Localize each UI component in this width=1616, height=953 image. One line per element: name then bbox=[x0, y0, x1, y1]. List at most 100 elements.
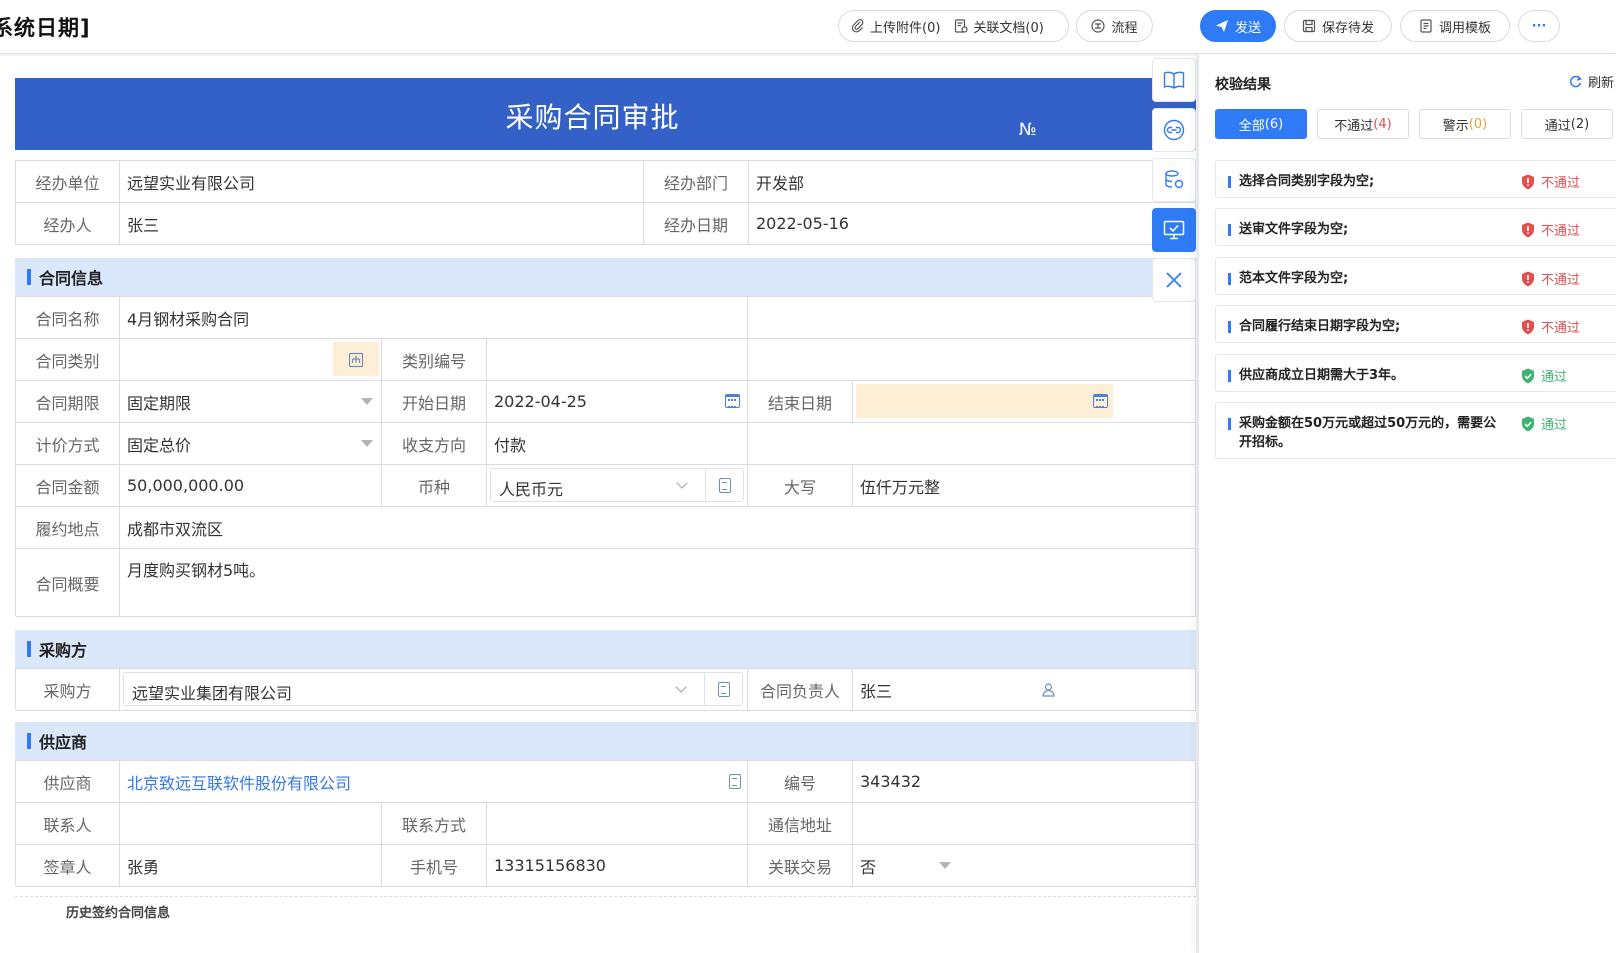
amount-value[interactable]: 50,000,000.00 bbox=[120, 465, 382, 507]
end-date-cell bbox=[853, 381, 1196, 423]
rail-settings-button[interactable] bbox=[1152, 158, 1196, 202]
rail-link-button[interactable] bbox=[1152, 108, 1196, 152]
code-value: 343432 bbox=[853, 761, 1196, 803]
purchaser-section: 采购方 bbox=[15, 630, 1196, 668]
validation-message: 供应商成立日期需大于3年。 bbox=[1239, 368, 1405, 383]
shield-alert-icon bbox=[1522, 319, 1534, 334]
direction-filler bbox=[748, 423, 1196, 465]
related-docs-label: 关联文档(0) bbox=[973, 20, 1044, 36]
validation-message: 送审文件字段为空; bbox=[1239, 222, 1349, 237]
term-value: 固定期限 bbox=[127, 393, 192, 413]
person-icon[interactable] bbox=[1041, 682, 1056, 697]
filter-pass-label: 通过 bbox=[1544, 118, 1571, 134]
purchaser-cell: 远望实业集团有限公司 bbox=[120, 669, 748, 711]
flow-button[interactable]: 流程 bbox=[1076, 10, 1153, 42]
signer-label: 签章人 bbox=[16, 845, 120, 887]
type-code-label: 类别编号 bbox=[382, 339, 487, 381]
divider bbox=[704, 673, 705, 705]
supplier-link[interactable]: 北京致远互联软件股份有限公司 bbox=[127, 770, 351, 794]
contract-name-value[interactable]: 4月钢材采购合同 bbox=[120, 297, 748, 339]
supplier-field[interactable]: 北京致远互联软件股份有限公司 bbox=[120, 761, 748, 803]
list-icon[interactable] bbox=[719, 478, 731, 493]
rail-close-button[interactable] bbox=[1152, 258, 1196, 302]
owner-field[interactable]: 张三 bbox=[853, 669, 1196, 711]
contact-value[interactable] bbox=[120, 803, 382, 845]
validation-item[interactable]: 供应商成立日期需大于3年。 通过 bbox=[1215, 354, 1616, 392]
more-icon: ··· bbox=[1531, 18, 1547, 34]
form-title: 采购合同审批 bbox=[505, 101, 680, 134]
validation-item[interactable]: 采购金额在50万元或超过50万元的，需要公开招标。 通过 bbox=[1215, 402, 1616, 459]
phone-value[interactable]: 13315156830 bbox=[487, 845, 748, 887]
list-icon[interactable] bbox=[718, 682, 730, 697]
signer-value[interactable]: 张勇 bbox=[120, 845, 382, 887]
filter-pass-count: (2) bbox=[1570, 116, 1590, 132]
currency-select[interactable]: 人民币元 bbox=[490, 468, 744, 502]
status-badge: 通过 bbox=[1521, 366, 1567, 385]
location-label: 履约地点 bbox=[16, 507, 120, 549]
end-date-field[interactable] bbox=[856, 384, 1113, 418]
validation-item[interactable]: 合同履行结束日期字段为空; 不通过 bbox=[1215, 305, 1616, 343]
more-button[interactable]: ··· bbox=[1518, 10, 1560, 42]
validation-item[interactable]: 送审文件字段为空; 不通过 bbox=[1215, 208, 1616, 246]
rail-book-button[interactable] bbox=[1152, 58, 1196, 102]
filter-pass[interactable]: 通过 (2) bbox=[1521, 109, 1613, 139]
currency-value: 人民币元 bbox=[499, 480, 564, 499]
flow-label: 流程 bbox=[1111, 20, 1138, 36]
item-marker bbox=[1228, 176, 1231, 188]
status-badge: 不通过 bbox=[1521, 172, 1580, 191]
uppercase-value: 伍仟万元整 bbox=[853, 465, 1196, 507]
attachment-group: 上传附件(0) 关联文档(0) bbox=[838, 10, 1069, 42]
contract-info-title: 合同信息 bbox=[39, 269, 104, 288]
save-icon bbox=[1302, 19, 1316, 33]
handler-unit-value: 远望实业有限公司 bbox=[120, 161, 644, 203]
calendar-icon[interactable] bbox=[725, 394, 740, 408]
list-icon[interactable] bbox=[729, 774, 741, 789]
send-button[interactable]: 发送 bbox=[1200, 10, 1276, 42]
rail-validation-button[interactable] bbox=[1152, 208, 1196, 252]
supplier-table: 供应商 北京致远互联软件股份有限公司 编号 343432 联系人 联系方式 通信… bbox=[15, 760, 1196, 887]
contract-type-picker[interactable] bbox=[333, 342, 379, 376]
handle-date-value: 2022-05-16 bbox=[749, 203, 1196, 245]
purchaser-select[interactable]: 远望实业集团有限公司 bbox=[123, 672, 743, 706]
term-select[interactable]: 固定期限 bbox=[120, 381, 382, 423]
filter-warning-label: 警示 bbox=[1442, 118, 1469, 134]
summary-value[interactable]: 月度购买钢材5吨。 bbox=[120, 549, 1196, 617]
contact-method-value[interactable] bbox=[487, 803, 748, 845]
caret-down-icon bbox=[361, 440, 373, 447]
type-code-value[interactable] bbox=[487, 339, 748, 381]
divider bbox=[705, 469, 706, 501]
calendar-icon[interactable] bbox=[1093, 394, 1108, 408]
validation-item[interactable]: 范本文件字段为空; 不通过 bbox=[1215, 257, 1616, 295]
status-badge: 通过 bbox=[1521, 414, 1567, 433]
filter-warning[interactable]: 警示 (0) bbox=[1419, 109, 1511, 139]
handler-dept-label: 经办部门 bbox=[644, 161, 749, 203]
refresh-button[interactable]: 刷新 bbox=[1569, 72, 1614, 91]
related-trade-select[interactable]: 否 bbox=[853, 845, 1196, 887]
validation-item[interactable]: 选择合同类别字段为空; 不通过 bbox=[1215, 160, 1616, 198]
contract-info-section: 合同信息 bbox=[15, 258, 1196, 296]
save-draft-button[interactable]: 保存待发 bbox=[1284, 10, 1392, 42]
filter-all-count: (6) bbox=[1264, 116, 1284, 132]
address-value[interactable] bbox=[853, 803, 1196, 845]
section-marker bbox=[27, 733, 31, 749]
currency-label: 币种 bbox=[382, 465, 487, 507]
filter-fail-count: (4) bbox=[1373, 116, 1392, 132]
location-value[interactable]: 成都市双流区 bbox=[120, 507, 1196, 549]
data-settings-icon bbox=[1165, 170, 1184, 189]
handler-table: 经办单位 远望实业有限公司 经办部门 开发部 经办人 张三 经办日期 2022-… bbox=[15, 160, 1196, 245]
related-docs-button[interactable]: 关联文档(0) bbox=[954, 17, 1044, 36]
filter-fail[interactable]: 不通过 (4) bbox=[1317, 109, 1409, 139]
pricing-select[interactable]: 固定总价 bbox=[120, 423, 382, 465]
start-date-label: 开始日期 bbox=[382, 381, 487, 423]
link-icon bbox=[1163, 119, 1185, 141]
contract-type-field[interactable] bbox=[120, 339, 382, 381]
start-date-field[interactable]: 2022-04-25 bbox=[487, 381, 748, 423]
send-icon bbox=[1215, 20, 1228, 32]
upload-attachment-button[interactable]: 上传附件(0) bbox=[851, 17, 940, 36]
status-badge: 不通过 bbox=[1521, 269, 1580, 288]
filter-all[interactable]: 全部 (6) bbox=[1215, 109, 1307, 139]
top-toolbar: 系统日期] 上传附件(0) 关联文档(0) 流程 发送 保存待发 调用模板 ··… bbox=[0, 0, 1616, 54]
pricing-label: 计价方式 bbox=[16, 423, 120, 465]
load-template-button[interactable]: 调用模板 bbox=[1400, 10, 1510, 42]
linked-doc-icon bbox=[955, 19, 969, 33]
